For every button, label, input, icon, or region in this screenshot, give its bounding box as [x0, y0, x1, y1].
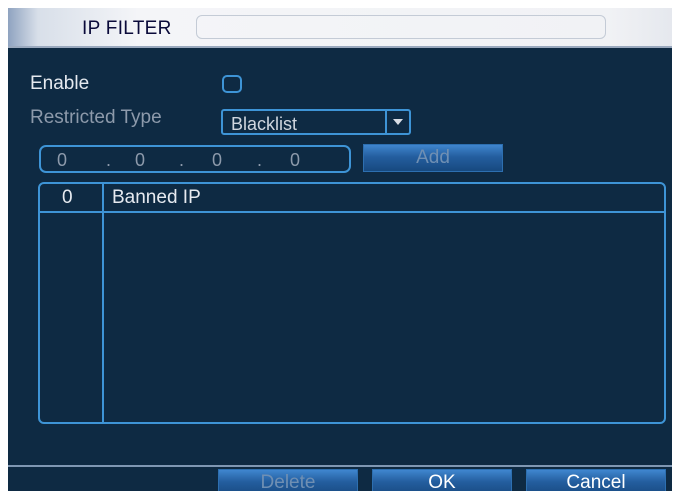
dialog-title: IP FILTER	[82, 18, 172, 39]
dropdown-arrow-button[interactable]	[385, 111, 409, 133]
ok-button[interactable]: OK	[372, 469, 512, 491]
chevron-down-icon	[393, 119, 403, 125]
restricted-type-label: Restricted Type	[30, 107, 162, 128]
footer-divider	[8, 465, 672, 467]
add-button[interactable]: Add	[363, 144, 503, 172]
title-bar: IP FILTER	[8, 8, 672, 48]
banned-ip-table: 0 Banned IP	[38, 182, 666, 424]
restricted-type-select[interactable]: Blacklist	[221, 109, 411, 135]
ip-address-input[interactable]: 0 . 0 . 0 . 0	[39, 145, 351, 173]
banned-ip-column-header: Banned IP	[112, 187, 201, 208]
enable-label: Enable	[30, 73, 90, 94]
ip-dot-1: .	[106, 150, 112, 170]
table-header-divider	[40, 211, 664, 213]
ip-octet-1[interactable]: 0	[57, 150, 67, 171]
banned-ip-count: 0	[62, 187, 73, 208]
ip-dot-3: .	[257, 150, 263, 170]
enable-checkbox[interactable]	[222, 75, 242, 93]
table-column-divider	[102, 184, 104, 422]
cancel-button[interactable]: Cancel	[526, 469, 666, 491]
ip-filter-dialog: IP FILTER Enable Restricted Type Blackli…	[8, 8, 672, 491]
ip-octet-2[interactable]: 0	[135, 150, 145, 171]
ip-dot-2: .	[179, 150, 185, 170]
ip-octet-4[interactable]: 0	[290, 150, 300, 171]
ip-octet-3[interactable]: 0	[212, 150, 222, 171]
restricted-type-value: Blacklist	[231, 114, 298, 134]
delete-button[interactable]: Delete	[218, 469, 358, 491]
title-bar-frame	[196, 15, 606, 39]
